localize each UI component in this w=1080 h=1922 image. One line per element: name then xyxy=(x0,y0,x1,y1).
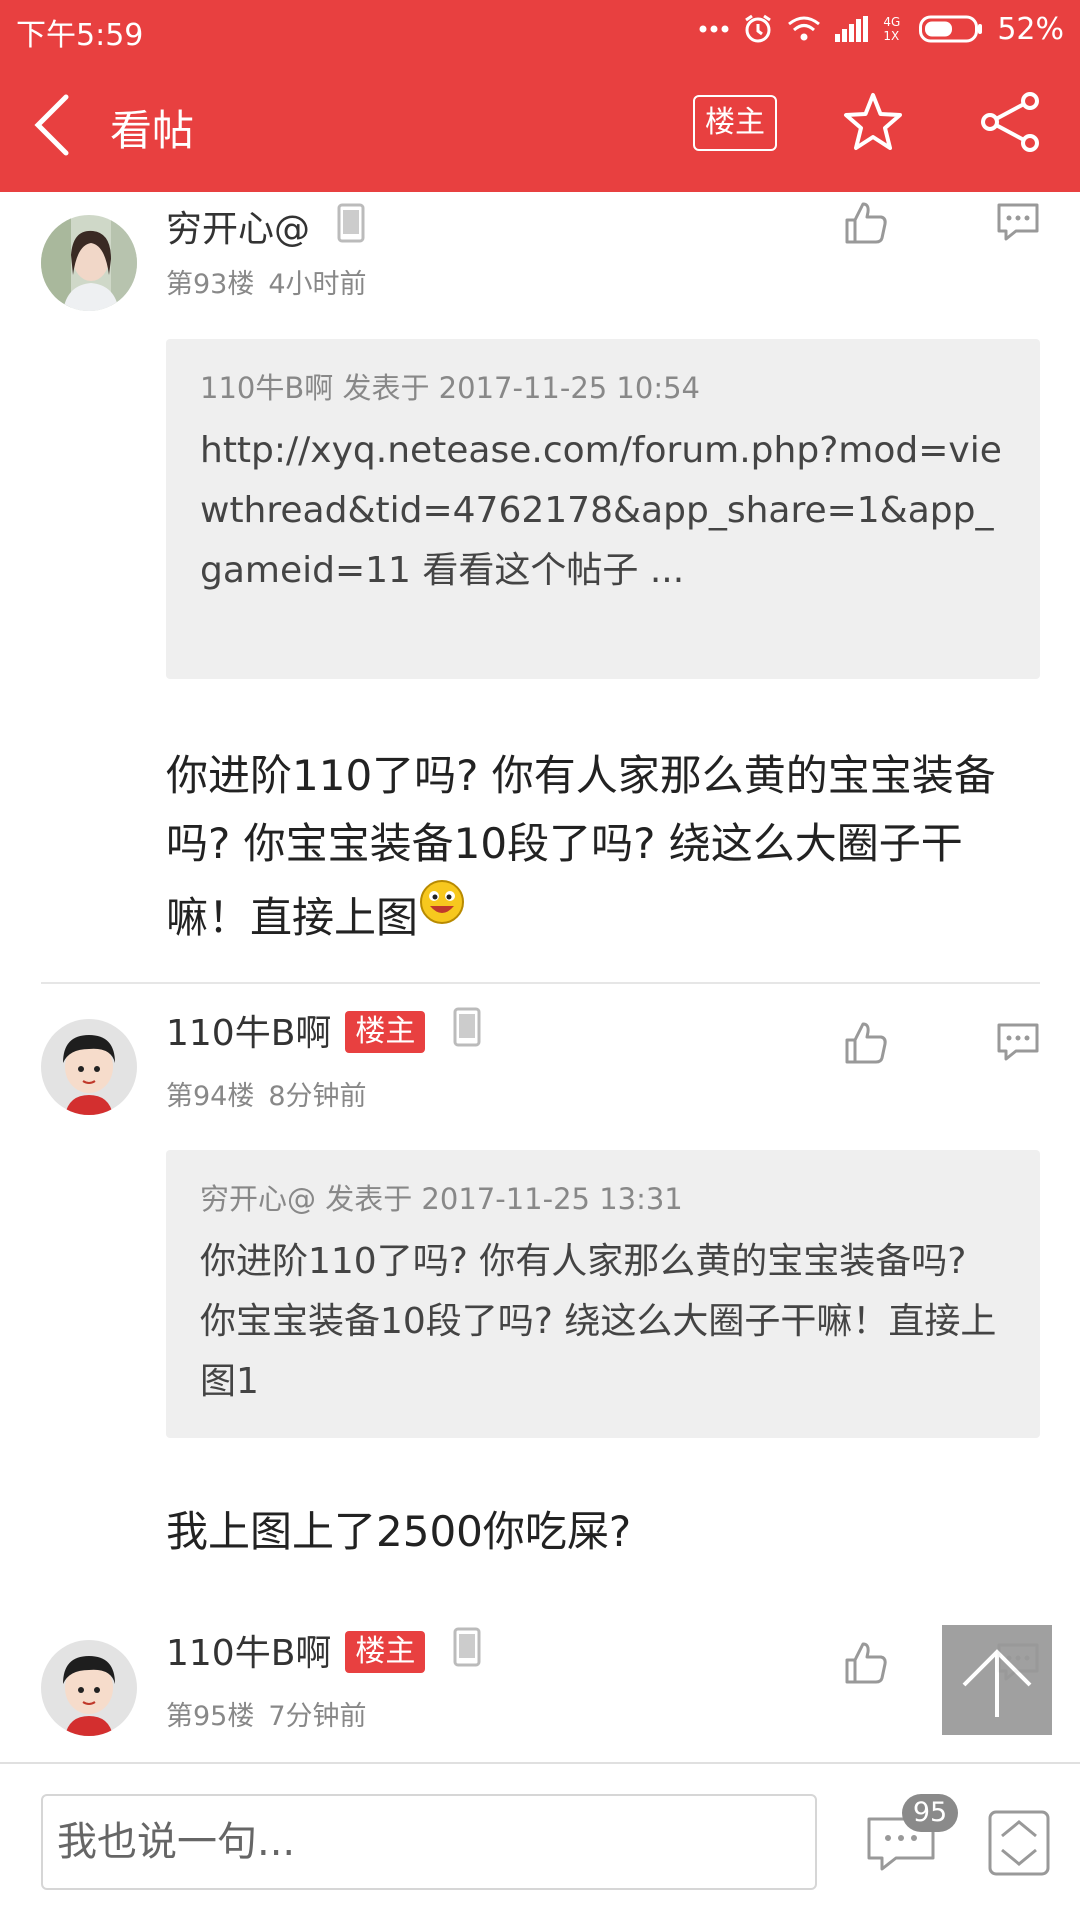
battery-icon xyxy=(919,15,983,43)
back-arrow-icon[interactable] xyxy=(30,93,80,157)
floor-number: 第94楼 xyxy=(166,1081,255,1112)
post-meta: 第93楼 4小时前 xyxy=(166,262,381,301)
favorite-star-icon[interactable] xyxy=(842,91,904,153)
post-time: 4小时前 xyxy=(268,269,367,300)
page-jump-icon[interactable] xyxy=(988,1810,1050,1876)
post-list[interactable]: 穷开心@ 第93楼 4小时前 110牛B啊 发表于 2017-11-25 10:5… xyxy=(0,192,1080,1762)
post-body-text: 你进阶110了吗? 你有人家那么黄的宝宝装备吗? 你宝宝装备10段了吗? 绕这么… xyxy=(166,751,996,942)
network-type: 4G 1X xyxy=(883,15,901,43)
username[interactable]: 110牛B啊 xyxy=(166,1633,331,1674)
more-dots-icon xyxy=(699,24,729,34)
floor-number: 第95楼 xyxy=(166,1701,255,1732)
username[interactable]: 穷开心@ xyxy=(166,209,310,250)
quoted-reply: 110牛B啊 发表于 2017-11-25 10:54 http://xyq.n… xyxy=(166,339,1040,679)
arrow-up-icon xyxy=(962,1649,1032,1717)
reply-input[interactable]: 我也说一句... xyxy=(41,1794,817,1890)
avatar[interactable] xyxy=(41,1019,137,1115)
mobile-device-icon xyxy=(453,1627,481,1667)
like-thumb-icon[interactable] xyxy=(843,1020,889,1066)
like-thumb-icon[interactable] xyxy=(843,200,889,246)
status-time: 下午5:59 xyxy=(16,18,144,53)
avatar[interactable] xyxy=(41,215,137,311)
quote-header: 110牛B啊 发表于 2017-11-25 10:54 xyxy=(200,371,701,405)
status-bar: 下午5:59 4G 1X 52% xyxy=(0,0,1080,57)
reply-comment-icon[interactable] xyxy=(996,1022,1040,1062)
post-divider xyxy=(41,982,1040,984)
avatar[interactable] xyxy=(41,1640,137,1736)
signal-icon xyxy=(835,16,869,42)
quote-header: 穷开心@ 发表于 2017-11-25 13:31 xyxy=(200,1182,683,1216)
quote-text: http://xyq.netease.com/forum.php?mod=vie… xyxy=(200,430,1002,591)
reply-comment-icon[interactable] xyxy=(996,202,1040,242)
only-op-button[interactable]: 楼主 xyxy=(693,95,777,151)
wifi-icon xyxy=(787,16,821,42)
post-meta: 第94楼 8分钟前 xyxy=(166,1074,381,1113)
username[interactable]: 110牛B啊 xyxy=(166,1013,331,1054)
scroll-to-top-button[interactable] xyxy=(942,1625,1052,1735)
op-badge: 楼主 xyxy=(345,1631,426,1673)
top-nav-bar: 看帖 楼主 xyxy=(0,57,1080,192)
post-time: 7分钟前 xyxy=(268,1701,367,1732)
reply-bar: 我也说一句... 95 xyxy=(0,1762,1080,1922)
post-meta: 第95楼 7分钟前 xyxy=(166,1694,381,1733)
page-title: 看帖 xyxy=(110,106,195,155)
post-body: 我上图上了2500你吃屎? xyxy=(166,1507,632,1556)
alarm-icon xyxy=(743,14,773,44)
mobile-device-icon xyxy=(453,1007,481,1047)
op-badge: 楼主 xyxy=(345,1011,426,1053)
post-time: 8分钟前 xyxy=(268,1081,367,1112)
quote-text: 你进阶110了吗? 你有人家那么黄的宝宝装备吗? 你宝宝装备10段了吗? 绕这么… xyxy=(200,1241,997,1402)
smiley-emoji-icon xyxy=(420,880,465,924)
floor-number: 第93楼 xyxy=(166,269,255,300)
share-icon[interactable] xyxy=(980,91,1042,153)
quoted-reply: 穷开心@ 发表于 2017-11-25 13:31 你进阶110了吗? 你有人家… xyxy=(166,1150,1040,1438)
post-body: 你进阶110了吗? 你有人家那么黄的宝宝装备吗? 你宝宝装备10段了吗? 绕这么… xyxy=(166,742,1040,952)
like-thumb-icon[interactable] xyxy=(843,1640,889,1686)
battery-percent: 52% xyxy=(997,11,1064,47)
comment-count-badge: 95 xyxy=(902,1794,958,1832)
mobile-device-icon xyxy=(337,203,365,243)
